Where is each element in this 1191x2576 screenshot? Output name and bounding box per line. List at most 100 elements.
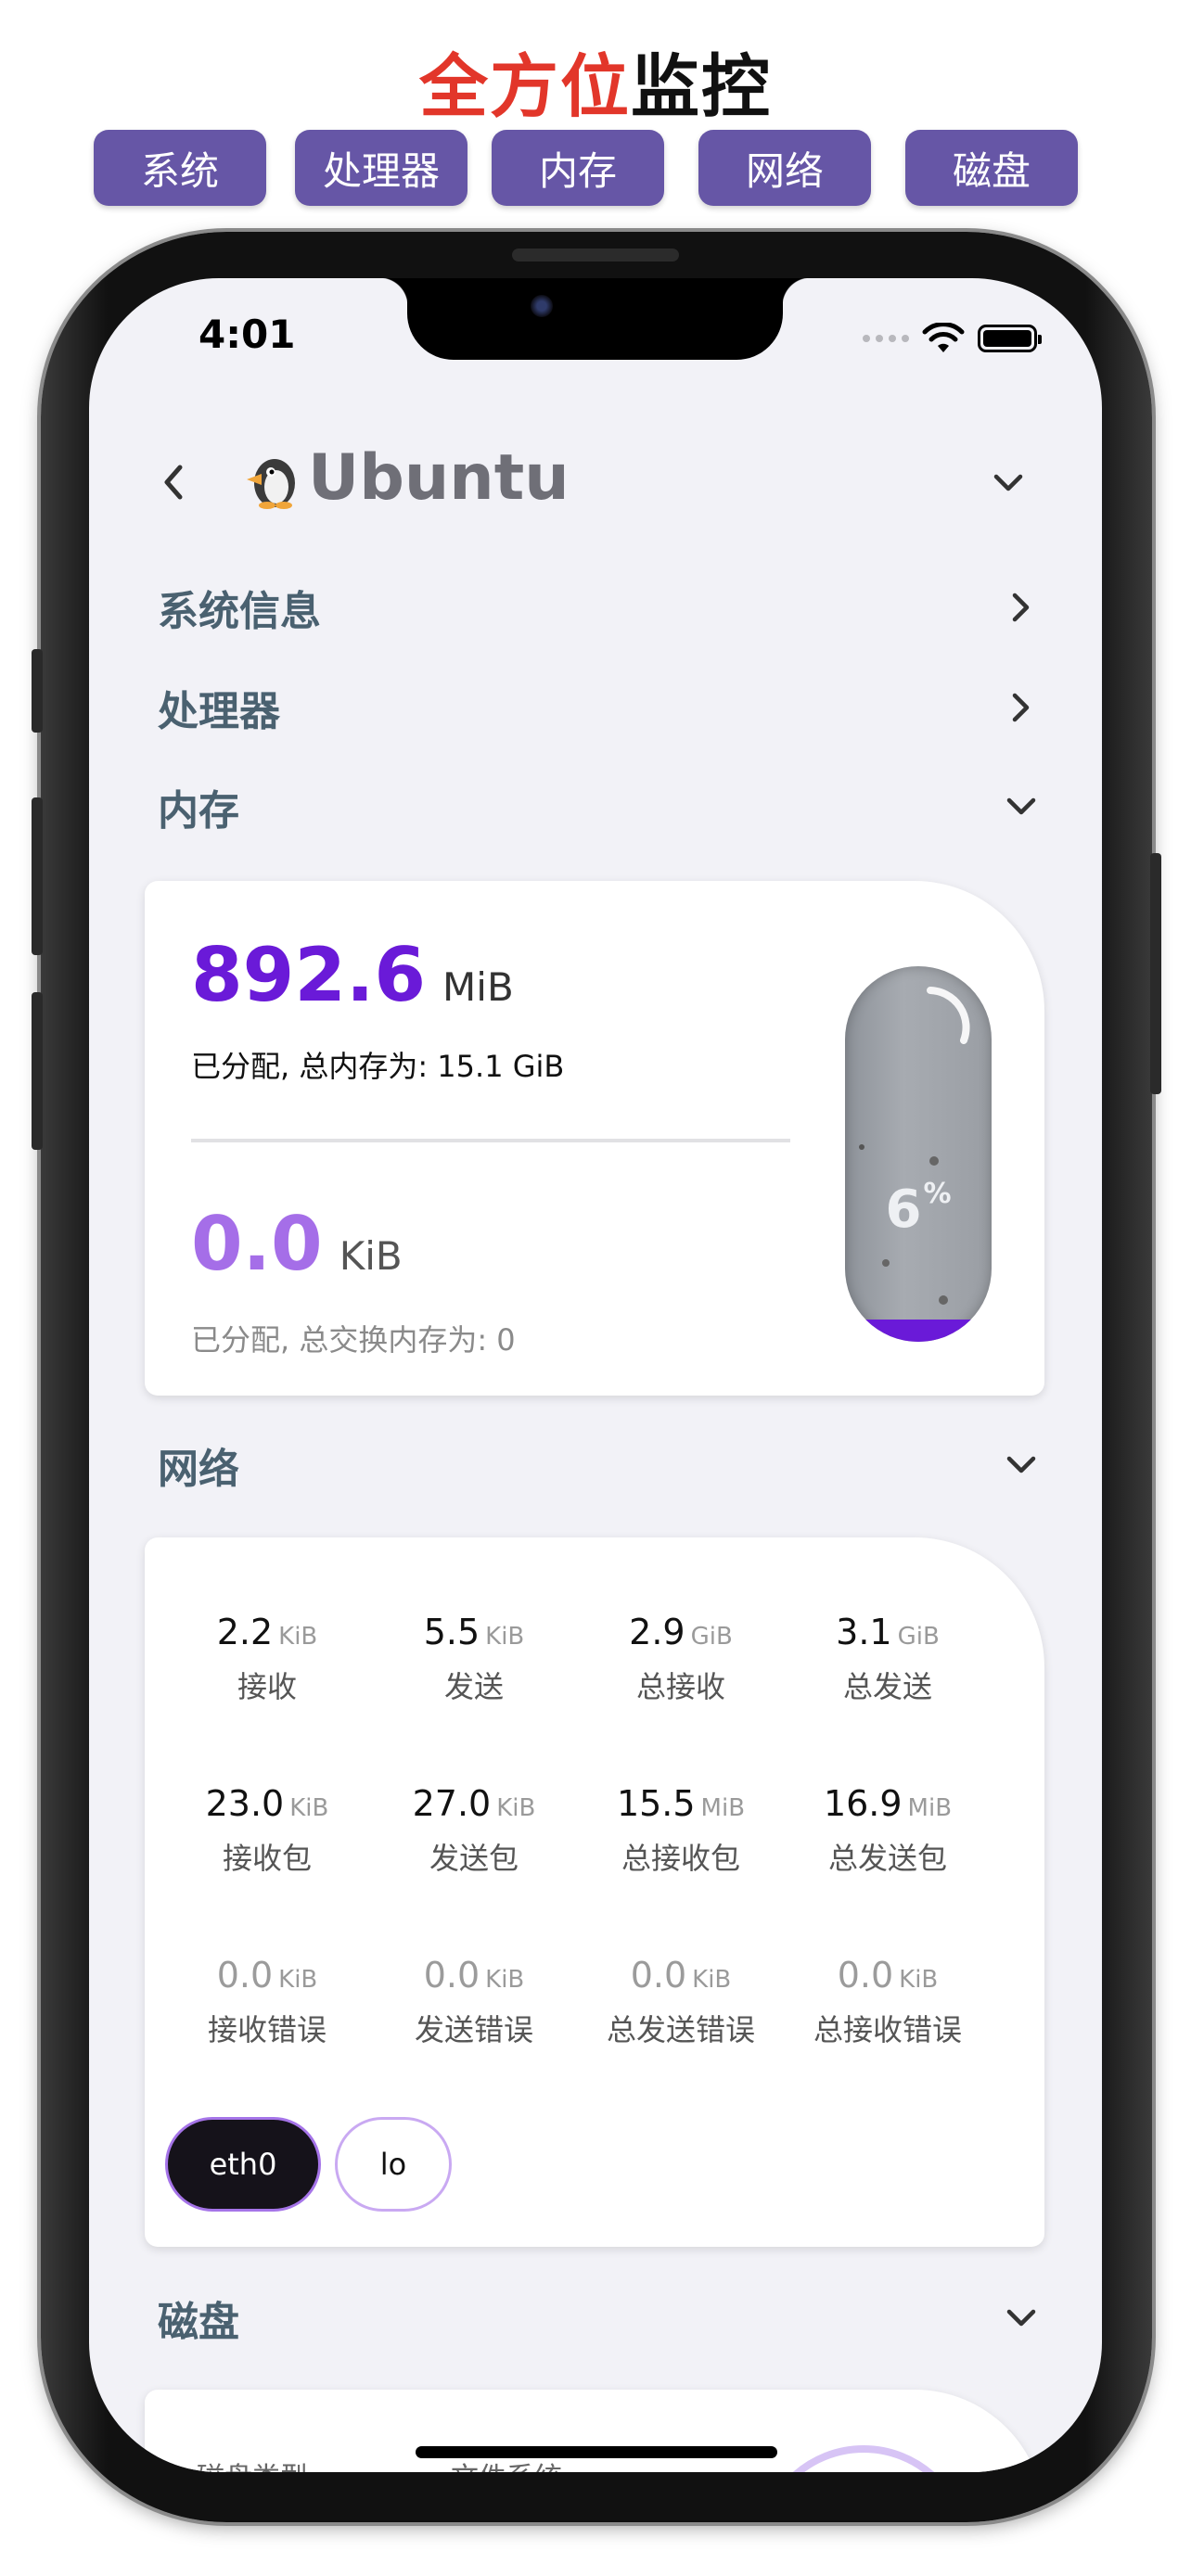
section-disk[interactable]: 磁盘 xyxy=(145,2286,1044,2351)
net-stat-total-rx-packets: 15.5 MiB 总接收包 xyxy=(579,1783,783,1878)
chip-disk[interactable]: 磁盘 xyxy=(905,130,1078,206)
section-network-label: 网络 xyxy=(158,1446,239,1493)
section-cpu-label: 处理器 xyxy=(158,688,280,735)
net-stat-unit: KiB xyxy=(278,1623,318,1651)
feature-chips: 系统 处理器 内存 网络 磁盘 xyxy=(0,130,1191,206)
net-stat-unit: KiB xyxy=(485,1966,525,1994)
net-stat-value: 2.9 xyxy=(629,1612,685,1652)
ram-used: 892.6 MiB xyxy=(191,932,514,1018)
chevron-down-icon xyxy=(1006,1456,1036,1473)
chip-cpu[interactable]: 处理器 xyxy=(295,130,467,206)
net-stat-unit: GiB xyxy=(897,1623,940,1651)
back-chevron-icon[interactable] xyxy=(154,454,191,510)
home-indicator[interactable] xyxy=(416,2446,777,2458)
swap-used: 0.0 KiB xyxy=(191,1201,403,1287)
status-time: 4:01 xyxy=(198,312,296,357)
net-stat-tx-errors: 0.0 KiB 发送错误 xyxy=(372,1955,576,2049)
net-stat-label: 总接收包 xyxy=(621,1841,740,1876)
power-button xyxy=(1150,853,1161,1094)
net-stat-unit: KiB xyxy=(289,1794,329,1822)
interface-chip-eth0[interactable]: eth0 xyxy=(165,2117,321,2212)
battery-icon xyxy=(978,325,1042,352)
net-stat-total-tx-errors: 0.0 KiB 总发送错误 xyxy=(579,1955,783,2049)
chip-memory[interactable]: 内存 xyxy=(492,130,664,206)
section-cpu[interactable]: 处理器 xyxy=(145,675,1044,740)
net-stat-value: 0.0 xyxy=(423,1955,480,1996)
gauge-decoration xyxy=(859,987,970,1305)
status-icons xyxy=(863,323,1042,354)
chevron-down-icon xyxy=(1006,797,1036,815)
chip-system[interactable]: 系统 xyxy=(94,130,266,206)
disk-usage-ring xyxy=(757,2445,970,2472)
memory-card: 892.6 MiB 已分配, 总内存为: 15.1 GiB 0.0 KiB 已分配,… xyxy=(145,881,1044,1396)
chevron-right-icon xyxy=(1012,593,1030,622)
net-stat-value: 2.2 xyxy=(216,1612,274,1652)
volume-down-button xyxy=(32,992,43,1150)
net-stat-unit: KiB xyxy=(692,1966,732,1994)
section-system-info-label: 系统信息 xyxy=(158,588,321,635)
chevron-right-icon xyxy=(1012,693,1030,722)
swap-used-value: 0.0 xyxy=(191,1201,323,1287)
volume-up-button xyxy=(32,797,43,955)
memory-usage-percent: 6% xyxy=(845,1178,992,1240)
swap-caption: 已分配, 总交换内存为: 0 xyxy=(191,1322,516,1358)
net-stat-value: 23.0 xyxy=(205,1783,285,1824)
front-camera xyxy=(531,295,553,317)
section-network[interactable]: 网络 xyxy=(145,1433,1044,1498)
net-stat-unit: MiB xyxy=(907,1794,953,1822)
memory-divider xyxy=(191,1139,790,1142)
net-stat-value: 0.0 xyxy=(216,1955,274,1996)
net-stat-label: 接收错误 xyxy=(207,2012,327,2047)
app-title: Ubuntu xyxy=(239,441,570,515)
net-stat-label: 发送包 xyxy=(429,1841,519,1876)
interface-chip-lo[interactable]: lo xyxy=(335,2117,452,2212)
net-stat-unit: GiB xyxy=(690,1623,733,1651)
net-stat-rx-errors: 0.0 KiB 接收错误 xyxy=(165,1955,369,2049)
net-stat-unit: KiB xyxy=(485,1623,525,1651)
chevron-down-icon xyxy=(1006,2309,1036,2327)
memory-usage-gauge: 6% xyxy=(845,966,992,1342)
net-stat-label: 接收包 xyxy=(222,1841,312,1876)
disk-card: 磁盘类型 文件系统 xyxy=(145,2390,1044,2472)
net-stat-total-rx-errors: 0.0 KiB 总接收错误 xyxy=(786,1955,990,2049)
net-stat-unit: KiB xyxy=(899,1966,939,1994)
net-stat-value: 5.5 xyxy=(423,1612,480,1652)
notch xyxy=(379,278,811,360)
memory-usage-percent-value: 6 xyxy=(885,1180,922,1240)
net-stat-unit: MiB xyxy=(700,1794,746,1822)
net-stat-unit: KiB xyxy=(278,1966,318,1994)
net-stat-tx: 5.5 KiB 发送 xyxy=(372,1612,576,1706)
ram-used-value: 892.6 xyxy=(191,932,427,1018)
net-stat-unit: KiB xyxy=(496,1794,536,1822)
promo-title-highlight: 全方位 xyxy=(419,47,631,127)
promo-title-rest: 监控 xyxy=(631,47,772,127)
net-stat-label: 总接收 xyxy=(635,1669,725,1704)
net-stat-value: 3.1 xyxy=(836,1612,892,1652)
promo-title: 全方位监控 xyxy=(0,32,1191,131)
chip-network[interactable]: 网络 xyxy=(698,130,871,206)
memory-usage-percent-symbol: % xyxy=(923,1178,952,1210)
section-memory[interactable]: 内存 xyxy=(145,774,1044,839)
ram-used-unit: MiB xyxy=(442,964,514,1010)
header-dropdown-chevron-icon[interactable] xyxy=(985,460,1031,506)
network-card: 2.2 KiB 接收 5.5 KiB 发送 2.9 GiB 总接收 3.1 GiB 总发… xyxy=(145,1537,1044,2247)
ram-caption: 已分配, 总内存为: 15.1 GiB xyxy=(191,1049,565,1084)
swap-used-unit: KiB xyxy=(339,1233,403,1279)
net-stat-label: 发送错误 xyxy=(414,2012,533,2047)
app-title-text: Ubuntu xyxy=(308,441,570,515)
earpiece-speaker xyxy=(512,249,679,261)
section-system-info[interactable]: 系统信息 xyxy=(145,575,1044,640)
disk-col-type: 磁盘类型 xyxy=(197,2455,308,2472)
section-disk-label: 磁盘 xyxy=(158,2299,239,2346)
wifi-icon xyxy=(922,323,965,352)
net-stat-value: 27.0 xyxy=(412,1783,492,1824)
net-stat-value: 15.5 xyxy=(616,1783,696,1824)
net-stat-total-tx-packets: 16.9 MiB 总发送包 xyxy=(786,1783,990,1878)
net-stat-value: 16.9 xyxy=(823,1783,903,1824)
penguin-icon xyxy=(247,458,295,509)
net-stat-label: 发送 xyxy=(443,1669,504,1704)
net-stat-total-tx: 3.1 GiB 总发送 xyxy=(786,1612,990,1706)
net-stat-label: 总发送错误 xyxy=(606,2012,755,2047)
net-stat-label: 总发送包 xyxy=(827,1841,947,1876)
net-stat-value: 0.0 xyxy=(630,1955,687,1996)
